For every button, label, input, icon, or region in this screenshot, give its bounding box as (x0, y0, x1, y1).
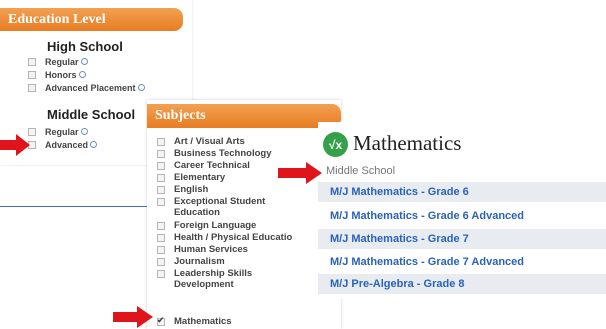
subject-health-label: Health / Physical Educatio (174, 232, 293, 243)
middle-school-title: Middle School (47, 107, 136, 122)
high-school-honors-label: Honors (45, 70, 77, 80)
subject-business-label: Business Technology (174, 148, 272, 159)
subject-ese-checkbox[interactable] (157, 198, 165, 206)
high-school-honors-option[interactable]: Honors (28, 70, 86, 80)
subject-elementary-option[interactable]: Elementary (157, 172, 225, 183)
subject-foreign-language-checkbox[interactable] (157, 222, 165, 230)
course-link[interactable]: M/J Mathematics - Grade 7 Advanced (318, 252, 606, 272)
mathematics-panel: √x Mathematics Middle School M/J Mathema… (318, 122, 606, 299)
high-school-ap-option[interactable]: Advanced Placement (28, 83, 145, 93)
course-link[interactable]: M/J Pre-Algebra - Grade 8 (318, 274, 606, 294)
subject-career-label: Career Technical (174, 160, 250, 171)
subject-human-services-checkbox[interactable] (157, 246, 165, 254)
info-icon[interactable] (80, 57, 88, 65)
subjects-header: Subjects (147, 104, 341, 128)
course-link-label: M/J Pre-Algebra - Grade 8 (330, 278, 465, 290)
high-school-ap-checkbox[interactable] (28, 84, 36, 92)
subject-art-label: Art / Visual Arts (174, 136, 245, 147)
subject-leadership-checkbox[interactable] (157, 270, 165, 278)
subject-english-option[interactable]: English (157, 184, 208, 195)
subject-health-checkbox[interactable] (157, 234, 165, 242)
subject-leadership-option[interactable]: Leadership Skills Development (157, 268, 267, 290)
subject-art-checkbox[interactable] (157, 138, 165, 146)
middle-school-regular-label: Regular (45, 127, 79, 137)
subject-human-services-label: Human Services (174, 244, 248, 255)
mathematics-title: Mathematics (353, 131, 462, 155)
middle-school-advanced-option[interactable]: Advanced (28, 140, 98, 150)
high-school-honors-checkbox[interactable] (28, 71, 36, 79)
connector-line (0, 206, 160, 207)
subject-health-option[interactable]: Health / Physical Educatio (157, 232, 292, 243)
subject-ese-label: Exceptional Student Education (174, 196, 266, 218)
subject-leadership-label: Leadership Skills Development (174, 268, 253, 290)
high-school-regular-option[interactable]: Regular (28, 57, 88, 67)
red-arrow-icon (278, 162, 322, 184)
course-link-label: M/J Mathematics - Grade 7 Advanced (330, 256, 524, 268)
education-level-header: Education Level (0, 8, 183, 31)
subject-business-checkbox[interactable] (157, 150, 165, 158)
red-arrow-icon (0, 134, 30, 156)
subject-journalism-label: Journalism (174, 256, 225, 267)
course-link[interactable]: M/J Mathematics - Grade 6 (318, 182, 606, 202)
info-icon[interactable] (137, 83, 145, 91)
red-arrow-icon (113, 306, 153, 328)
subjects-panel: Subjects Art / Visual Arts Business Tech… (147, 100, 341, 329)
subject-elementary-label: Elementary (174, 172, 226, 183)
subject-mathematics-label: Mathematics (174, 316, 232, 327)
info-icon[interactable] (78, 70, 86, 78)
high-school-regular-label: Regular (45, 57, 79, 67)
subject-career-checkbox[interactable] (157, 162, 165, 170)
subject-mathematics-checkbox[interactable] (157, 315, 165, 326)
subject-elementary-checkbox[interactable] (157, 174, 165, 182)
middle-school-advanced-label: Advanced (45, 140, 89, 150)
subject-human-services-option[interactable]: Human Services (157, 244, 248, 255)
subject-journalism-option[interactable]: Journalism (157, 256, 225, 267)
subject-art-option[interactable]: Art / Visual Arts (157, 136, 245, 147)
info-icon[interactable] (90, 140, 98, 148)
middle-school-section-label: Middle School (326, 165, 396, 177)
subject-foreign-language-option[interactable]: Foreign Language (157, 220, 256, 231)
high-school-regular-checkbox[interactable] (28, 58, 36, 66)
subject-career-option[interactable]: Career Technical (157, 160, 250, 171)
subject-business-option[interactable]: Business Technology (157, 148, 271, 159)
info-icon[interactable] (80, 127, 88, 135)
subject-mathematics-option[interactable]: Mathematics (157, 315, 232, 327)
high-school-title: High School (47, 39, 123, 54)
subject-ese-option[interactable]: Exceptional Student Education (157, 196, 287, 218)
subject-foreign-language-label: Foreign Language (174, 220, 257, 231)
high-school-ap-label: Advanced Placement (45, 83, 136, 93)
subject-english-label: English (174, 184, 209, 195)
mathematics-logo-icon: √x (323, 132, 348, 157)
subject-journalism-checkbox[interactable] (157, 258, 165, 266)
course-link-label: M/J Mathematics - Grade 6 Advanced (330, 210, 524, 222)
middle-school-regular-option[interactable]: Regular (28, 127, 88, 137)
subject-english-checkbox[interactable] (157, 186, 165, 194)
course-link[interactable]: M/J Mathematics - Grade 7 (318, 229, 606, 249)
course-link[interactable]: M/J Mathematics - Grade 6 Advanced (318, 206, 606, 226)
course-link-label: M/J Mathematics - Grade 7 (330, 233, 469, 245)
course-link-label: M/J Mathematics - Grade 6 (330, 186, 469, 198)
